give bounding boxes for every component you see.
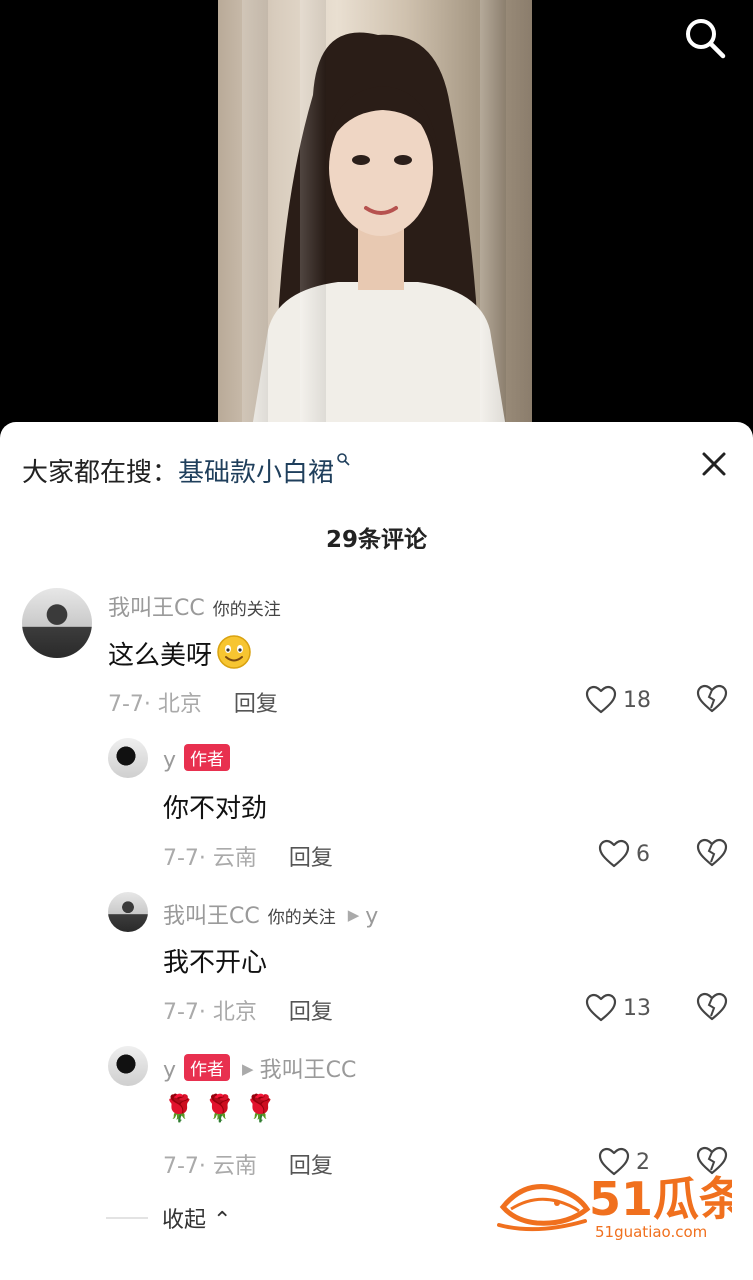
following-tag: 你的关注: [267, 908, 336, 928]
close-icon: [702, 452, 726, 476]
following-tag: 你的关注: [212, 600, 281, 620]
curtain-fold: [480, 0, 506, 440]
like-count: 18: [623, 687, 651, 713]
search-button[interactable]: [683, 16, 727, 60]
comment-username[interactable]: y 作者 ▶ 我叫王CC: [163, 1052, 356, 1084]
date-location: 7-7· 云南: [163, 846, 257, 871]
avatar[interactable]: [108, 738, 148, 778]
reply-button[interactable]: 回复: [289, 1000, 333, 1025]
comment-text: 你不对劲: [163, 794, 268, 824]
svg-text:51guatiao.com: 51guatiao.com: [595, 1223, 707, 1241]
like-button[interactable]: 18: [585, 684, 651, 716]
divider-line: [106, 1217, 148, 1219]
date-location: 7-7· 北京: [108, 692, 202, 717]
small-search-icon: [337, 453, 350, 466]
reply-arrow-icon: ▶: [242, 1060, 254, 1078]
date-location: 7-7· 云南: [163, 1154, 257, 1179]
search-icon: [686, 19, 726, 59]
reply-arrow-icon: ▶: [347, 906, 360, 924]
avatar[interactable]: [108, 892, 148, 932]
video-frame: [218, 0, 532, 440]
hot-search-label: 大家都在搜：: [22, 458, 179, 488]
comments-panel: 大家都在搜：基础款小白裙 29条评论 我叫王CC 你的关注 这么美呀 7-7· 北…: [0, 422, 753, 1280]
comment-text: 🌹 🌹 🌹: [163, 1094, 277, 1124]
dislike-button[interactable]: [696, 838, 728, 870]
collapse-button[interactable]: 收起 ⌃: [162, 1202, 231, 1234]
username-text: 我叫王CC: [108, 596, 205, 621]
like-count: 6: [636, 841, 650, 867]
broken-heart-icon: [696, 838, 728, 867]
reply-to-user[interactable]: 我叫王CC: [260, 1058, 357, 1083]
heart-icon: [585, 993, 617, 1022]
chevron-up-icon: ⌃: [213, 1208, 232, 1233]
heart-icon: [598, 839, 630, 868]
comment-text: 我不开心: [163, 948, 268, 978]
date-location: 7-7· 北京: [163, 1000, 257, 1025]
curtain-fold: [242, 0, 268, 440]
comment-username[interactable]: y 作者: [163, 744, 231, 773]
comment-meta: 7-7· 云南 回复: [163, 1148, 333, 1180]
comment-text: 这么美呀: [108, 634, 252, 672]
hot-search-term[interactable]: 基础款小白裙: [178, 458, 334, 488]
avatar[interactable]: [22, 588, 92, 658]
smile-emoji-icon: [217, 635, 251, 669]
collapse-label: 收起: [162, 1208, 207, 1233]
reply-button[interactable]: 回复: [289, 1154, 333, 1179]
username-text: y: [163, 1058, 177, 1083]
broken-heart-icon: [696, 992, 728, 1021]
comment-meta: 7-7· 北京 回复: [108, 686, 278, 718]
like-count: 13: [623, 995, 651, 1021]
hot-search-bar: 大家都在搜：基础款小白裙: [22, 452, 350, 489]
curtain-fold: [300, 0, 326, 440]
comment-text-content: 这么美呀: [108, 641, 213, 671]
comment-username[interactable]: 我叫王CC 你的关注: [108, 590, 281, 622]
like-button[interactable]: 13: [585, 992, 651, 1024]
video-player[interactable]: [0, 0, 753, 440]
broken-heart-icon: [696, 684, 728, 713]
reply-to-user[interactable]: y: [365, 904, 378, 929]
svg-text:51瓜条: 51瓜条: [589, 1172, 732, 1226]
author-badge: 作者: [184, 744, 231, 771]
comment-meta: 7-7· 北京 回复: [163, 994, 333, 1026]
heart-icon: [585, 685, 617, 714]
collapse-replies-row: 收起 ⌃: [106, 1202, 231, 1234]
username-text: 我叫王CC: [163, 904, 260, 929]
author-badge: 作者: [184, 1054, 231, 1081]
comment-meta: 7-7· 云南 回复: [163, 840, 333, 872]
dislike-button[interactable]: [696, 684, 728, 716]
comment-count-title: 29条评论: [325, 527, 427, 553]
close-button[interactable]: [696, 446, 732, 482]
username-text: y: [163, 748, 177, 773]
comment-username[interactable]: 我叫王CC 你的关注 ▶ y: [163, 898, 378, 930]
avatar[interactable]: [108, 1046, 148, 1086]
reply-button[interactable]: 回复: [289, 846, 333, 871]
watermark-logo: 51瓜条 51guatiao.com: [497, 1172, 732, 1241]
like-button[interactable]: 6: [598, 838, 650, 870]
reply-button[interactable]: 回复: [234, 692, 278, 717]
dislike-button[interactable]: [696, 992, 728, 1024]
